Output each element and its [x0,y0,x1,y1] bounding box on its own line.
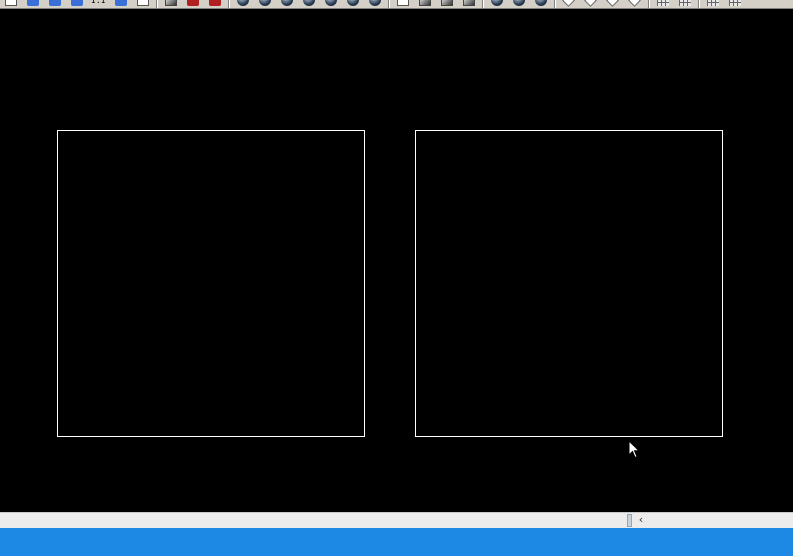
scrollbar-thumb[interactable] [627,514,632,527]
shade-sphere-icon[interactable] [257,0,273,8]
grid-icon[interactable] [705,0,721,8]
pencil-icon[interactable] [207,0,223,8]
text-style-label: I:1 [91,0,106,5]
render-icon[interactable] [395,0,411,8]
grid-icon[interactable] [655,0,671,8]
text-style-icon[interactable]: I:1 [91,0,107,8]
render-icon[interactable] [461,0,477,8]
taskbar [0,528,793,556]
scroll-left-arrow-icon[interactable]: ‹ [634,513,648,527]
shade-sphere-icon[interactable] [301,0,317,8]
view-icon[interactable] [533,0,549,8]
document-icon[interactable] [135,0,151,8]
diamond-icon[interactable] [627,0,643,8]
toolbar-separator [648,0,650,8]
horizontal-scrollbar[interactable]: ‹ [0,512,793,528]
shade-sphere-icon[interactable] [235,0,251,8]
toolbar-separator [228,0,230,8]
shade-sphere-icon[interactable] [345,0,361,8]
image-icon[interactable] [163,0,179,8]
right-viewport[interactable] [415,130,723,437]
left-viewport[interactable] [57,130,365,437]
mouse-cursor-icon [628,440,640,459]
render-icon[interactable] [417,0,433,8]
layer-list-icon[interactable] [3,0,19,8]
blue-panel-icon[interactable] [47,0,63,8]
grid-icon[interactable] [727,0,743,8]
view-icon[interactable] [489,0,505,8]
shade-sphere-icon[interactable] [323,0,339,8]
add-red-icon[interactable] [185,0,201,8]
toolbar-separator [156,0,158,8]
toolbar-separator [554,0,556,8]
swap-icon[interactable] [113,0,129,8]
grid-icon[interactable] [677,0,693,8]
diamond-icon[interactable] [605,0,621,8]
diamond-icon[interactable] [561,0,577,8]
shade-sphere-icon[interactable] [279,0,295,8]
blue-panel-icon[interactable] [69,0,85,8]
blue-panel-icon[interactable] [25,0,41,8]
toolbar-separator [388,0,390,8]
toolbar: I:1 [0,0,793,9]
diamond-icon[interactable] [583,0,599,8]
toolbar-separator [482,0,484,8]
orbit-icon[interactable] [367,0,383,8]
view-icon[interactable] [511,0,527,8]
toolbar-separator [698,0,700,8]
drawing-canvas[interactable] [0,9,793,512]
render-icon[interactable] [439,0,455,8]
